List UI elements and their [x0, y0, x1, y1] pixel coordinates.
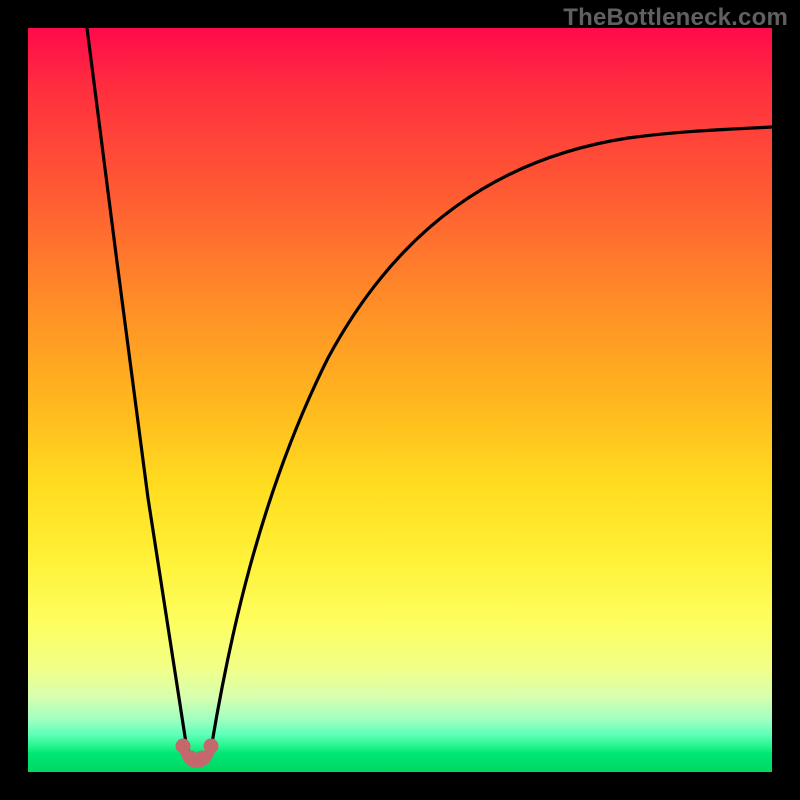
curve-right-branch [212, 127, 772, 743]
chart-frame: TheBottleneck.com [0, 0, 800, 800]
chart-svg [28, 28, 772, 772]
curve-left-branch [87, 28, 186, 743]
valley-markers [176, 739, 218, 765]
watermark-text: TheBottleneck.com [563, 4, 788, 32]
chart-plot-area [28, 28, 772, 772]
